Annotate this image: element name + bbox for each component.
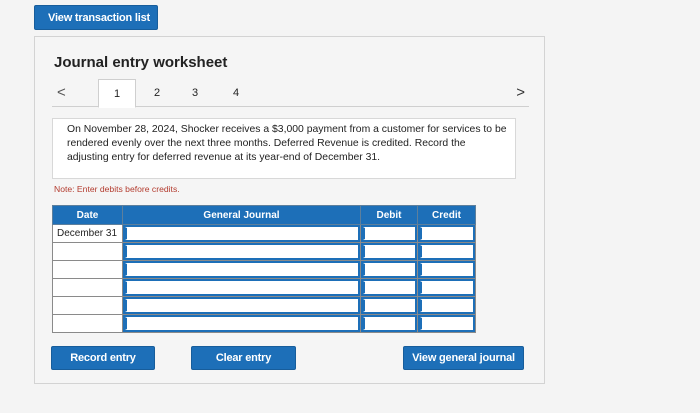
column-header-credit: Credit: [417, 205, 476, 225]
worksheet-title: Journal entry worksheet: [54, 54, 228, 71]
date-cell: [52, 242, 123, 261]
table-header-row: Date General Journal Debit Credit: [52, 205, 476, 225]
account-input[interactable]: [122, 242, 361, 261]
view-general-journal-button[interactable]: View general journal: [403, 346, 524, 370]
debit-input[interactable]: [360, 224, 418, 243]
credit-input[interactable]: [417, 260, 476, 279]
question-prompt: On November 28, 2024, Shocker receives a…: [52, 118, 516, 179]
credit-input[interactable]: [417, 242, 476, 261]
clear-entry-button[interactable]: Clear entry: [191, 346, 296, 370]
instruction-note: Note: Enter debits before credits.: [54, 184, 180, 194]
tab-1[interactable]: 1: [98, 79, 136, 108]
debit-input[interactable]: [360, 278, 418, 297]
credit-input[interactable]: [417, 224, 476, 243]
debit-input[interactable]: [360, 314, 418, 333]
table-row: [52, 260, 476, 279]
credit-input[interactable]: [417, 314, 476, 333]
view-transaction-list-button[interactable]: View transaction list: [34, 5, 158, 30]
table-row: [52, 296, 476, 315]
date-cell: [52, 278, 123, 297]
tab-2[interactable]: 2: [138, 79, 176, 107]
table-row: [52, 278, 476, 297]
credit-input[interactable]: [417, 278, 476, 297]
account-input[interactable]: [122, 224, 361, 243]
account-input[interactable]: [122, 296, 361, 315]
tab-3[interactable]: 3: [176, 79, 214, 107]
table-row: December 31: [52, 224, 476, 243]
column-header-debit: Debit: [360, 205, 418, 225]
table-row: [52, 242, 476, 261]
credit-input[interactable]: [417, 296, 476, 315]
journal-table: Date General Journal Debit Credit Decemb…: [52, 205, 476, 333]
table-row: [52, 314, 476, 333]
debit-input[interactable]: [360, 242, 418, 261]
debit-input[interactable]: [360, 296, 418, 315]
record-entry-button[interactable]: Record entry: [51, 346, 155, 370]
tab-bar: < 1 2 3 4 >: [52, 79, 529, 108]
tab-4[interactable]: 4: [217, 79, 255, 107]
debit-input[interactable]: [360, 260, 418, 279]
account-input[interactable]: [122, 278, 361, 297]
date-cell: December 31: [52, 224, 123, 243]
account-input[interactable]: [122, 260, 361, 279]
chevron-left-icon[interactable]: <: [57, 84, 66, 101]
chevron-right-icon[interactable]: >: [516, 84, 525, 101]
account-input[interactable]: [122, 314, 361, 333]
column-header-general-journal: General Journal: [122, 205, 361, 225]
column-header-date: Date: [52, 205, 123, 225]
date-cell: [52, 260, 123, 279]
date-cell: [52, 314, 123, 333]
date-cell: [52, 296, 123, 315]
